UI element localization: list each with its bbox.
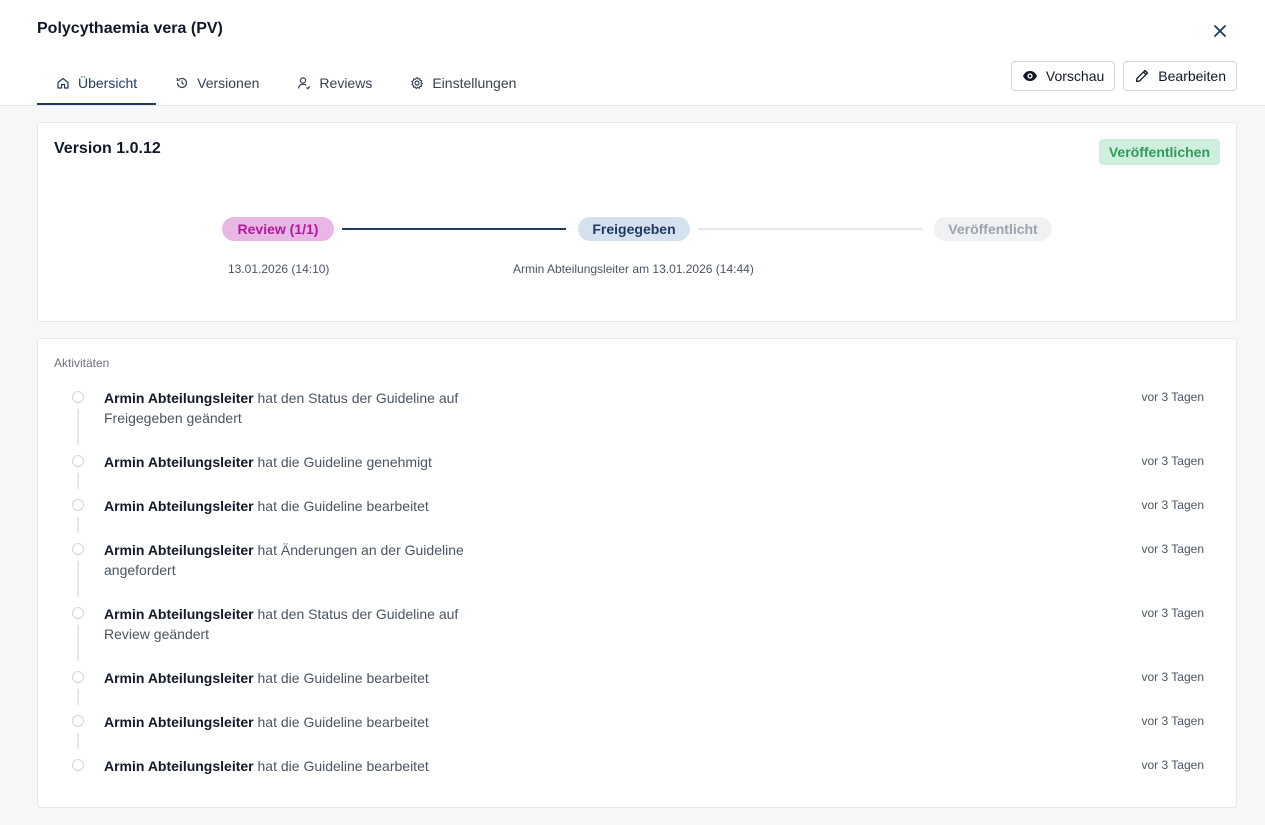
edit-button[interactable]: Bearbeiten <box>1123 61 1237 91</box>
activity-time: vor 3 Tagen <box>1141 606 1205 620</box>
list-item: Armin Abteilungsleiter hat die Guideline… <box>38 756 1236 796</box>
activity-actor: Armin Abteilungsleiter <box>104 542 254 558</box>
timeline-line <box>77 733 79 749</box>
step-connector-done <box>342 228 566 230</box>
timeline-dot <box>72 671 84 683</box>
activity-description: hat die Guideline bearbeitet <box>253 714 429 730</box>
timeline-dot <box>72 759 84 771</box>
version-title: Version 1.0.12 <box>54 140 161 157</box>
page-title: Polycythaemia vera (PV) <box>37 20 223 37</box>
step-review: Review (1/1) <box>222 217 334 241</box>
tab-uebersicht[interactable]: Übersicht <box>37 62 157 105</box>
activity-text: Armin Abteilungsleiter hat die Guideline… <box>104 496 464 516</box>
tab-label: Übersicht <box>78 74 138 91</box>
activities-label: Aktivitäten <box>54 356 110 370</box>
activities-card: Aktivitäten Armin Abteilungsleiter hat d… <box>37 338 1237 808</box>
close-icon <box>1214 25 1226 37</box>
activity-actor: Armin Abteilungsleiter <box>104 606 254 622</box>
timeline-dot <box>72 499 84 511</box>
list-item: Armin Abteilungsleiter hat die Guideline… <box>38 452 1236 496</box>
step-connector-todo <box>698 228 922 230</box>
tab-label: Einstellungen <box>432 75 517 91</box>
history-icon <box>176 77 188 89</box>
list-item: Armin Abteilungsleiter hat Änderungen an… <box>38 540 1236 604</box>
activity-description: hat die Guideline bearbeitet <box>253 758 429 774</box>
activity-time: vor 3 Tagen <box>1141 714 1205 728</box>
activity-actor: Armin Abteilungsleiter <box>104 714 254 730</box>
activity-actor: Armin Abteilungsleiter <box>104 498 254 514</box>
activity-description: hat die Guideline bearbeitet <box>253 498 429 514</box>
home-icon <box>57 77 69 89</box>
activity-time: vor 3 Tagen <box>1141 670 1205 684</box>
activity-text: Armin Abteilungsleiter hat den Status de… <box>104 604 464 644</box>
activity-time: vor 3 Tagen <box>1141 542 1205 556</box>
list-item: Armin Abteilungsleiter hat den Status de… <box>38 388 1236 452</box>
tab-reviews[interactable]: Reviews <box>278 62 391 104</box>
preview-label: Vorschau <box>1045 68 1105 84</box>
list-item: Armin Abteilungsleiter hat die Guideline… <box>38 668 1236 712</box>
timeline-dot <box>72 607 84 619</box>
version-card: Version 1.0.12 Veröffentlichen Review (1… <box>37 122 1237 322</box>
timeline-line <box>77 625 79 661</box>
timeline-line <box>77 409 79 445</box>
activity-list: Armin Abteilungsleiter hat den Status de… <box>38 388 1236 796</box>
publish-button[interactable]: Veröffentlichen <box>1098 139 1220 165</box>
tab-label: Reviews <box>319 75 373 91</box>
tab-label: Versionen <box>197 75 260 91</box>
activity-actor: Armin Abteilungsleiter <box>104 758 254 774</box>
tab-bar: Übersicht Versionen Reviews Einstellunge… <box>37 62 535 106</box>
pencil-icon <box>1136 69 1149 83</box>
step-review-date: 13.01.2026 (14:10) <box>228 262 330 276</box>
eye-icon <box>1022 71 1037 81</box>
timeline-dot <box>72 543 84 555</box>
activity-actor: Armin Abteilungsleiter <box>104 454 254 470</box>
tab-einstellungen[interactable]: Einstellungen <box>391 62 535 104</box>
activity-time: vor 3 Tagen <box>1141 758 1205 772</box>
timeline-dot <box>72 391 84 403</box>
close-button[interactable] <box>1208 19 1232 43</box>
timeline-line <box>77 689 79 705</box>
activity-text: Armin Abteilungsleiter hat Änderungen an… <box>104 540 464 580</box>
step-approved: Freigegeben <box>578 217 690 241</box>
list-item: Armin Abteilungsleiter hat die Guideline… <box>38 712 1236 756</box>
activity-description: hat die Guideline genehmigt <box>253 454 432 470</box>
activity-actor: Armin Abteilungsleiter <box>104 390 254 406</box>
activity-time: vor 3 Tagen <box>1141 498 1205 512</box>
tab-versionen[interactable]: Versionen <box>156 62 278 104</box>
timeline-line <box>77 517 79 533</box>
list-item: Armin Abteilungsleiter hat den Status de… <box>38 604 1236 668</box>
activity-text: Armin Abteilungsleiter hat die Guideline… <box>104 756 464 776</box>
timeline-dot <box>72 715 84 727</box>
activity-time: vor 3 Tagen <box>1141 454 1205 468</box>
header-actions: Vorschau Bearbeiten <box>1010 61 1237 91</box>
gear-icon <box>411 76 424 90</box>
activity-time: vor 3 Tagen <box>1141 390 1205 404</box>
activity-text: Armin Abteilungsleiter hat die Guideline… <box>104 712 464 732</box>
page-header: Polycythaemia vera (PV) Übersicht Versio… <box>0 0 1265 106</box>
activity-text: Armin Abteilungsleiter hat die Guideline… <box>104 668 464 688</box>
preview-button[interactable]: Vorschau <box>1010 61 1116 91</box>
timeline-line <box>77 561 79 597</box>
activity-text: Armin Abteilungsleiter hat den Status de… <box>104 388 464 428</box>
timeline-line <box>77 473 79 489</box>
step-approved-date: Armin Abteilungsleiter am 13.01.2026 (14… <box>513 262 754 276</box>
activity-text: Armin Abteilungsleiter hat die Guideline… <box>104 452 464 472</box>
step-published: Veröffentlicht <box>934 217 1052 241</box>
list-item: Armin Abteilungsleiter hat die Guideline… <box>38 496 1236 540</box>
timeline-dot <box>72 455 84 467</box>
activity-description: hat die Guideline bearbeitet <box>253 670 429 686</box>
edit-label: Bearbeiten <box>1158 68 1226 84</box>
activity-actor: Armin Abteilungsleiter <box>104 670 254 686</box>
user-icon <box>298 77 311 90</box>
